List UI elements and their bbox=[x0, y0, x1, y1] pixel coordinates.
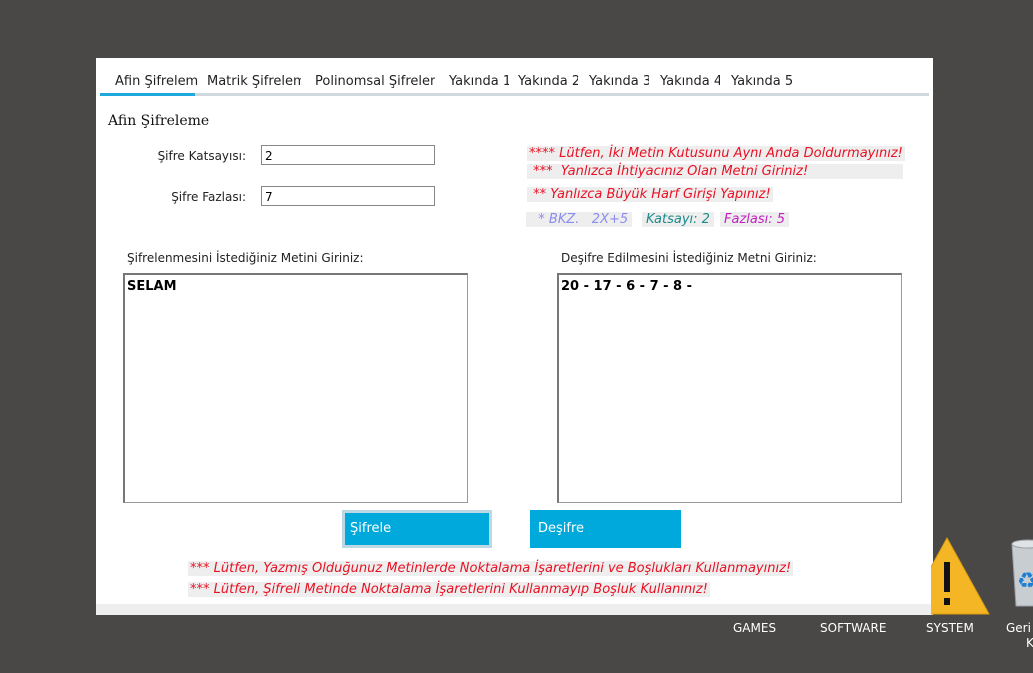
tab-yakinda-1[interactable]: Yakında 1 bbox=[449, 72, 509, 92]
recycle-bin-icon[interactable]: ♻ bbox=[1008, 536, 1033, 608]
warning-fill-one: **** Lütfen, İki Metin Kutusunu Aynı And… bbox=[527, 146, 905, 161]
decrypt-prompt: Deşifre Edilmesini İstediğiniz Metni Gir… bbox=[561, 251, 817, 265]
section-title: Afin Şifreleme bbox=[108, 113, 210, 129]
footer-warning-spaces: *** Lütfen, Şifreli Metinde Noktalama İş… bbox=[188, 582, 710, 597]
coefficient-label: Şifre Katsayısı: bbox=[157, 149, 246, 163]
tab-polinomsal[interactable]: Polinomsal Şifreleme bbox=[315, 72, 435, 92]
tab-bar: Afin Şifreleme Matrik Şifreleme Polinoms… bbox=[100, 68, 929, 96]
desktop-software[interactable]: SOFTWARE bbox=[820, 621, 886, 635]
warning-uppercase: ** Yanlızca Büyük Harf Girişi Yapınız! bbox=[527, 187, 773, 202]
tab-matrik[interactable]: Matrik Şifreleme bbox=[207, 72, 301, 92]
tab-divider bbox=[100, 93, 929, 96]
desktop-recycle-label-2: K bbox=[1026, 636, 1033, 650]
tab-yakinda-3[interactable]: Yakında 3 bbox=[589, 72, 649, 92]
decrypt-textarea[interactable]: 20 - 17 - 6 - 7 - 8 - bbox=[557, 273, 902, 503]
footer-warning-punctuation: *** Lütfen, Yazmış Olduğunuz Metinlerde … bbox=[188, 561, 794, 576]
svg-text:♻: ♻ bbox=[1017, 569, 1033, 594]
desktop-games[interactable]: GAMES bbox=[733, 621, 776, 635]
warning-only-needed: *** Yanlızca İhtiyacınız Olan Metni Giri… bbox=[527, 164, 903, 179]
tab-yakinda-5[interactable]: Yakında 5! bbox=[731, 72, 795, 92]
hint-coefficient: Katsayı: 2 bbox=[642, 212, 714, 227]
excess-input[interactable]: 7 bbox=[261, 186, 435, 206]
hint-excess: Fazlası: 5 bbox=[720, 212, 790, 227]
tab-yakinda-2[interactable]: Yakında 2 bbox=[518, 72, 578, 92]
encrypt-textarea[interactable]: SELAM bbox=[123, 273, 468, 503]
excess-label: Şifre Fazlası: bbox=[171, 190, 246, 204]
hint-formula: * BKZ. 2X+5 bbox=[526, 212, 633, 227]
tab-yakinda-4[interactable]: Yakında 4 bbox=[660, 72, 720, 92]
encrypt-button[interactable]: Şifrele bbox=[342, 510, 492, 548]
decrypt-button[interactable]: Deşifre bbox=[530, 510, 681, 548]
window-bottom-strip bbox=[96, 604, 933, 615]
coefficient-input[interactable]: 2 bbox=[261, 145, 435, 165]
desktop-recycle-label[interactable]: Geri D bbox=[1006, 621, 1033, 635]
app-window: Afin Şifreleme Matrik Şifreleme Polinoms… bbox=[96, 58, 933, 615]
encrypt-prompt: Şifrelenmesini İstediğiniz Metini Girini… bbox=[127, 251, 364, 265]
active-tab-indicator bbox=[100, 93, 195, 96]
desktop-system[interactable]: SYSTEM bbox=[926, 621, 974, 635]
warning-triangle-icon[interactable] bbox=[931, 536, 991, 616]
tab-afin[interactable]: Afin Şifreleme bbox=[115, 72, 199, 92]
